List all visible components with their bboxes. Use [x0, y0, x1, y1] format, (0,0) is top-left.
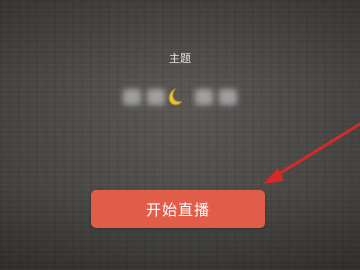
- background-vignette: [0, 0, 360, 270]
- blurred-text: [219, 89, 237, 105]
- blurred-text: [195, 89, 213, 105]
- crescent-moon-icon: [169, 88, 182, 105]
- start-live-button[interactable]: 开始直播: [91, 190, 265, 228]
- topic-label: 主题: [169, 52, 191, 65]
- blurred-text: [123, 89, 141, 105]
